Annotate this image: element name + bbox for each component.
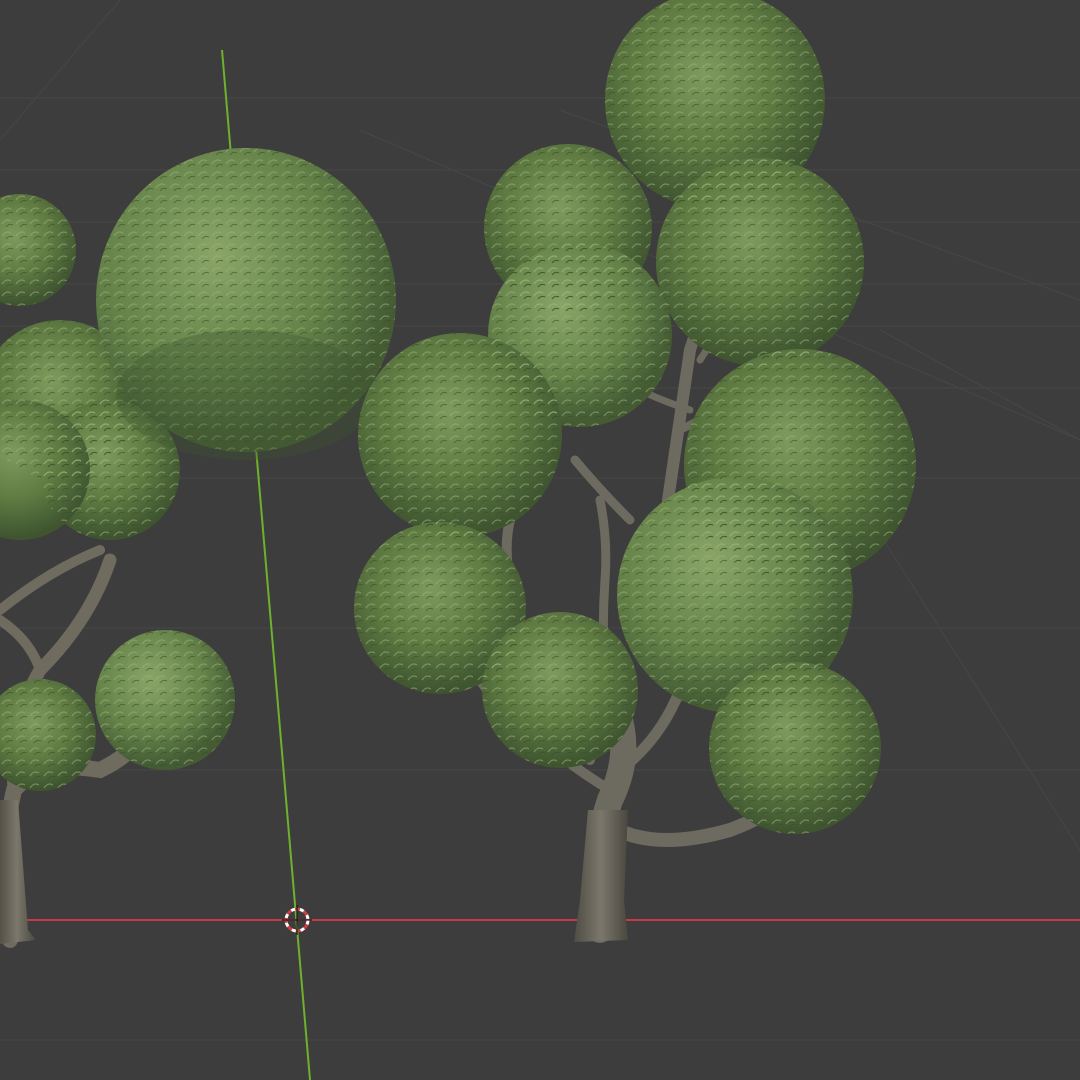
- viewport-scene[interactable]: [0, 0, 1080, 1080]
- 3d-viewport[interactable]: [0, 0, 1080, 1080]
- bonsai-tree-large-right[interactable]: [354, 0, 916, 943]
- right-tree-trunk-base: [574, 810, 628, 942]
- round-tree-middle[interactable]: [96, 148, 396, 460]
- 3d-cursor-icon[interactable]: [282, 905, 312, 935]
- middle-tree-shade: [116, 330, 376, 460]
- left-tree-trunk-base: [0, 800, 36, 944]
- right-tree-foliage: [354, 0, 916, 834]
